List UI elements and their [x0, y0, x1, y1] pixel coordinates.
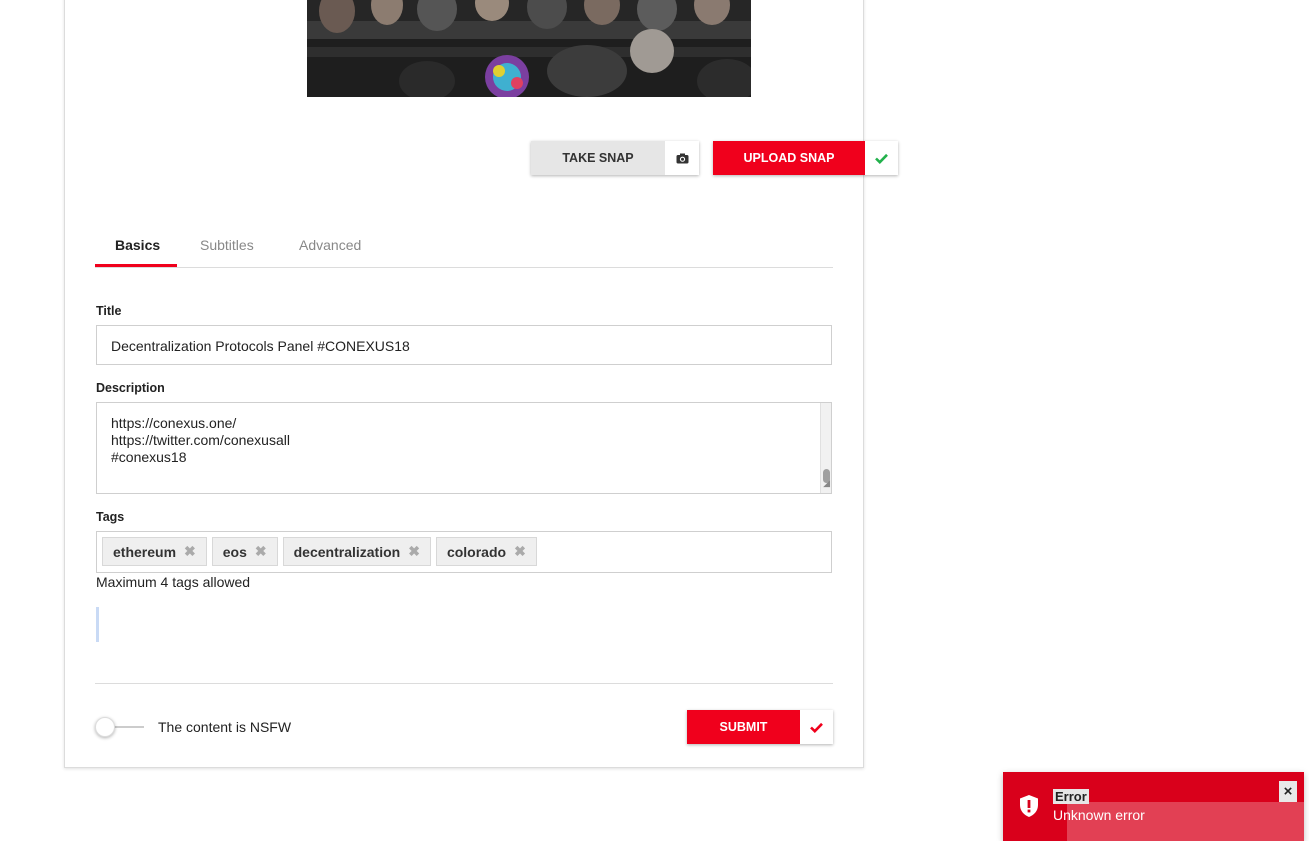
- tab-subtitles[interactable]: Subtitles: [200, 237, 254, 253]
- tag-label: decentralization: [293, 543, 401, 560]
- tab-advanced[interactable]: Advanced: [299, 237, 361, 253]
- tag-label: eos: [222, 543, 247, 560]
- remove-tag-icon[interactable]: ✖: [255, 543, 267, 560]
- take-snap-button[interactable]: TAKE SNAP: [531, 141, 699, 175]
- video-thumbnail: [307, 0, 751, 97]
- title-label: Title: [96, 304, 122, 318]
- title-value: Decentralization Protocols Panel #CONEXU…: [111, 338, 410, 354]
- description-line: https://conexus.one/: [111, 415, 237, 431]
- check-icon: [800, 710, 833, 744]
- remove-tag-icon[interactable]: ✖: [408, 543, 420, 560]
- description-textarea[interactable]: https://conexus.one/ https://twitter.com…: [96, 402, 832, 494]
- description-line: #conexus18: [111, 449, 187, 465]
- title-input[interactable]: Decentralization Protocols Panel #CONEXU…: [96, 325, 832, 365]
- shield-alert-icon: [1017, 794, 1041, 818]
- submit-button[interactable]: SUBMIT: [687, 710, 833, 744]
- active-tab-indicator: [95, 264, 177, 267]
- description-line: https://twitter.com/conexusall: [111, 432, 290, 448]
- description-label: Description: [96, 381, 165, 395]
- tags-hint: Maximum 4 tags allowed: [96, 574, 251, 590]
- upload-card: TAKE SNAP UPLOAD SNAP: [64, 0, 898, 768]
- camera-icon: [665, 141, 699, 175]
- check-icon: [865, 141, 898, 175]
- nsfw-toggle[interactable]: [95, 717, 115, 737]
- toast-title: Error: [1053, 789, 1089, 804]
- form-divider: [95, 683, 833, 684]
- resize-handle-icon[interactable]: ◢: [823, 475, 830, 492]
- upload-snap-label: UPLOAD SNAP: [713, 141, 865, 175]
- tag-chip: eos ✖: [211, 537, 278, 566]
- info-bar: [96, 607, 99, 642]
- nsfw-label: The content is NSFW: [158, 719, 292, 735]
- error-toast: Error Unknown error ×: [1003, 772, 1304, 841]
- remove-tag-icon[interactable]: ✖: [514, 543, 526, 560]
- tags-label: Tags: [96, 510, 125, 524]
- tags-input[interactable]: ethereum ✖ eos ✖ decentralization ✖ colo…: [96, 531, 832, 573]
- tab-basics[interactable]: Basics: [115, 237, 160, 253]
- tag-chip: colorado ✖: [435, 537, 537, 566]
- tag-label: colorado: [446, 543, 507, 560]
- tag-label: ethereum: [113, 543, 177, 560]
- close-icon[interactable]: ×: [1279, 781, 1297, 802]
- tab-bar: Basics Subtitles Advanced: [95, 230, 833, 268]
- tag-chip: ethereum ✖: [102, 537, 207, 566]
- remove-tag-icon[interactable]: ✖: [184, 543, 196, 560]
- tag-chip: decentralization ✖: [282, 537, 431, 566]
- take-snap-label: TAKE SNAP: [531, 141, 665, 175]
- toast-message: Unknown error: [1053, 807, 1145, 823]
- submit-label: SUBMIT: [687, 710, 800, 744]
- upload-snap-button[interactable]: UPLOAD SNAP: [713, 141, 898, 175]
